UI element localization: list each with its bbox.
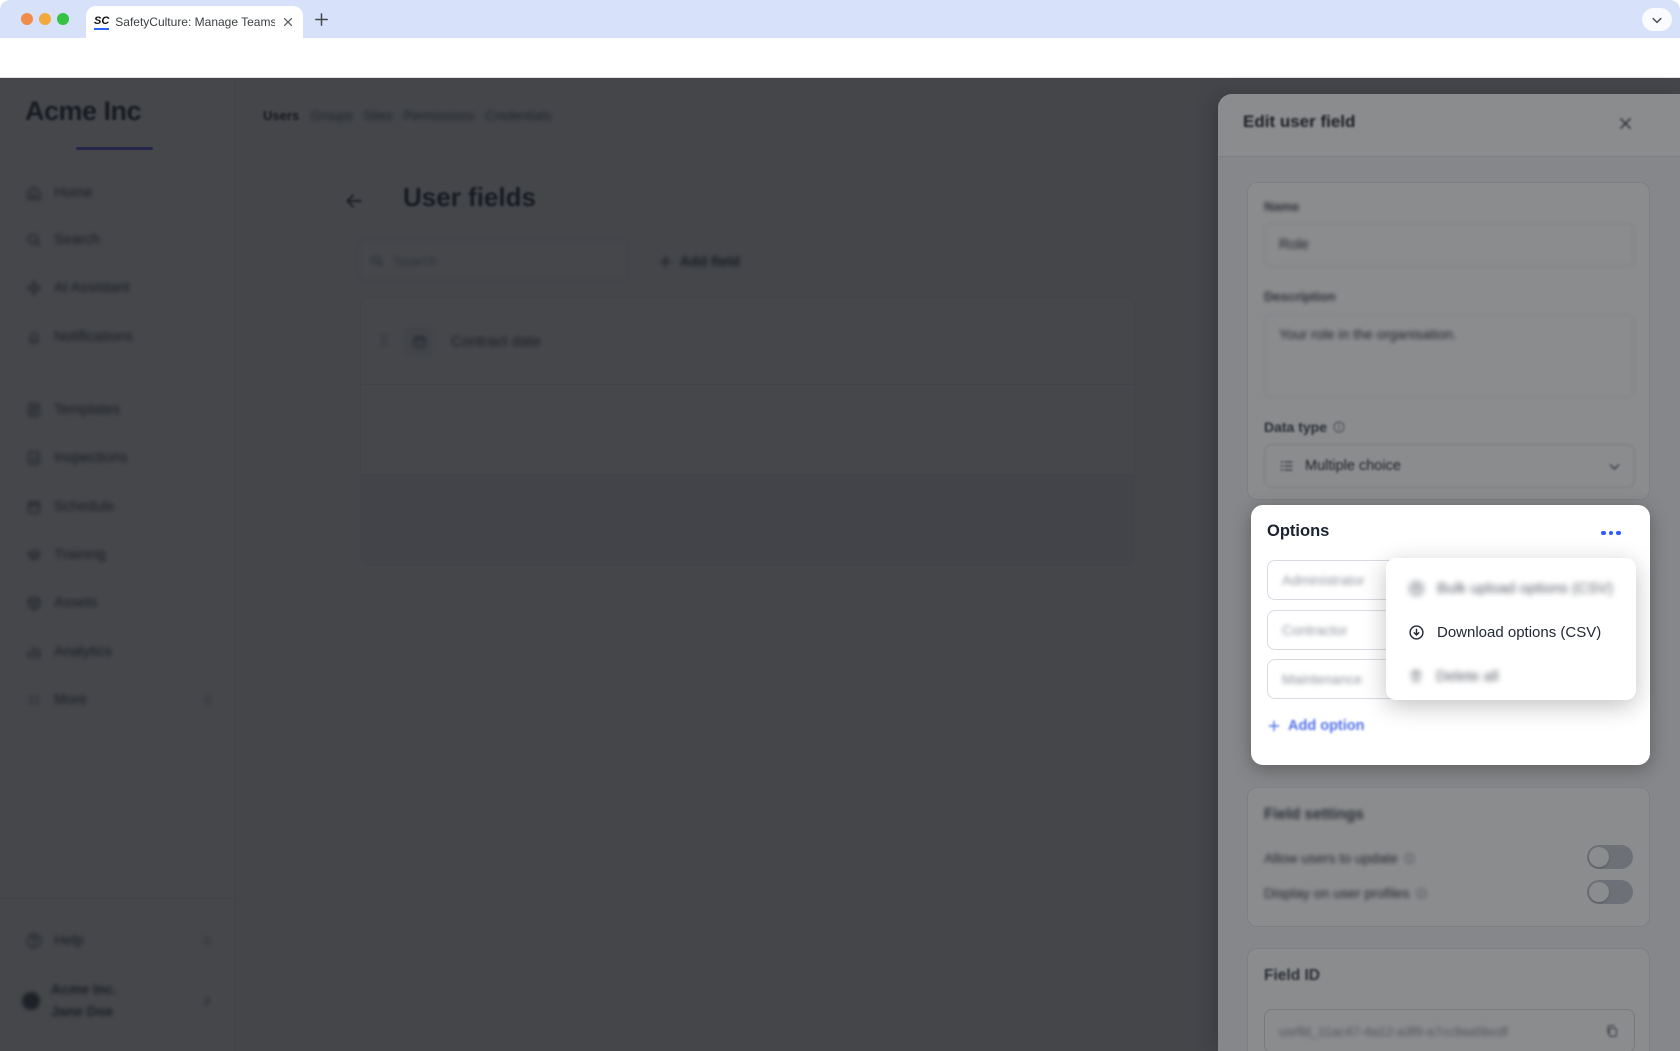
safetyculture-favicon: SC xyxy=(94,15,109,30)
option-value: Maintenance xyxy=(1282,671,1362,687)
window-close-button[interactable] xyxy=(21,13,33,25)
chevron-down-icon xyxy=(1650,13,1664,27)
upload-icon xyxy=(1408,580,1425,597)
tab-search-button[interactable] xyxy=(1642,8,1672,31)
screen: SC SafetyCulture: Manage Teams and... ht… xyxy=(0,0,1680,1051)
options-context-menu: Bulk upload options (CSV) Download optio… xyxy=(1386,558,1636,700)
add-option-label: Add option xyxy=(1288,718,1365,734)
browser-toolbar: https://app.au.safetyculture.com/organis… xyxy=(0,38,1680,78)
window-controls xyxy=(21,13,69,25)
menu-item-download-options[interactable]: Download options (CSV) xyxy=(1386,610,1636,654)
menu-item-label: Bulk upload options (CSV) xyxy=(1437,580,1613,597)
window-zoom-button[interactable] xyxy=(57,13,69,25)
menu-item-label: Delete all xyxy=(1436,668,1499,685)
trash-icon xyxy=(1408,668,1424,684)
menu-item-bulk-upload-options[interactable]: Bulk upload options (CSV) xyxy=(1386,566,1636,610)
plus-icon xyxy=(1267,719,1281,733)
download-icon xyxy=(1408,624,1425,641)
window-minimize-button[interactable] xyxy=(39,13,51,25)
menu-item-delete-all[interactable]: Delete all xyxy=(1386,654,1636,698)
options-title: Options xyxy=(1267,522,1329,541)
menu-item-label: Download options (CSV) xyxy=(1437,624,1601,641)
browser-tab-strip: SC SafetyCulture: Manage Teams and... xyxy=(0,0,1680,38)
option-value: Contractor xyxy=(1282,622,1347,638)
add-option-button[interactable]: Add option xyxy=(1267,718,1365,734)
tab-close-icon[interactable] xyxy=(281,15,295,29)
new-tab-button[interactable] xyxy=(313,11,330,28)
browser-tab[interactable]: SC SafetyCulture: Manage Teams and... xyxy=(86,6,303,38)
tab-title: SafetyCulture: Manage Teams and... xyxy=(115,15,275,29)
option-value: Administrator xyxy=(1282,572,1364,588)
options-menu-button[interactable] xyxy=(1597,521,1625,545)
